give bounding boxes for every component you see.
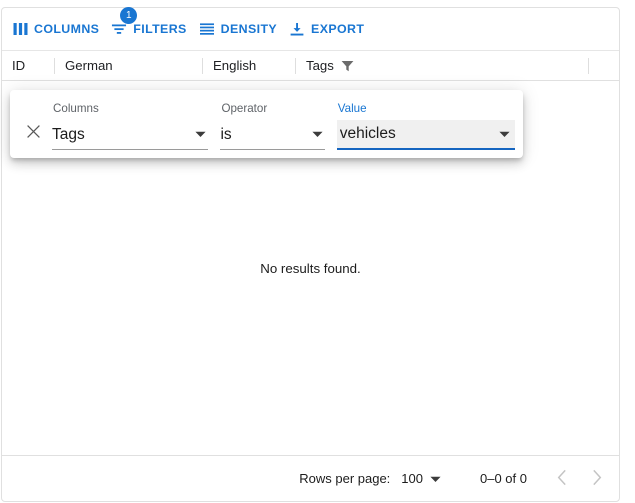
column-header-label: ID <box>12 58 26 73</box>
filter-value-value: vehicles <box>339 125 396 142</box>
export-button-label: EXPORT <box>311 22 365 36</box>
column-header-row: ID German English Tags <box>2 50 619 81</box>
column-header-english[interactable]: English <box>203 51 295 80</box>
density-button[interactable]: DENSITY <box>193 15 283 43</box>
chevron-down-icon <box>499 131 510 138</box>
chevron-down-icon <box>312 131 323 138</box>
column-filter-icon[interactable] <box>341 60 354 72</box>
filter-column-label: Columns <box>53 102 99 115</box>
filter-operator-label: Operator <box>221 102 268 115</box>
column-header-id[interactable]: ID <box>2 51 54 80</box>
filter-column-select[interactable]: Tags <box>52 120 209 150</box>
filters-button[interactable]: 1 FILTERS <box>105 7 192 43</box>
previous-page-button[interactable] <box>545 462 579 496</box>
column-separator[interactable] <box>588 57 589 74</box>
columns-button-label: COLUMNS <box>34 22 100 36</box>
grid-toolbar: COLUMNS 1 FILTERS DENSITY EXPORT <box>2 7 619 50</box>
filter-value-field[interactable]: Value vehicles <box>336 102 515 150</box>
no-results-message: No results found. <box>260 260 361 276</box>
column-header-label: German <box>65 58 113 73</box>
column-header-label: Tags <box>306 58 334 73</box>
density-button-label: DENSITY <box>220 22 278 36</box>
delete-filter-button[interactable] <box>18 118 48 148</box>
density-icon <box>199 21 215 37</box>
filter-value-select[interactable]: vehicles <box>336 120 515 150</box>
rows-per-page-select[interactable]: 100 <box>399 469 443 488</box>
export-button[interactable]: EXPORT <box>283 15 370 43</box>
close-icon <box>26 124 41 142</box>
filter-operator-value: is <box>220 125 232 143</box>
columns-icon <box>12 21 28 37</box>
next-page-button[interactable] <box>579 462 613 496</box>
column-header-label: English <box>213 58 257 73</box>
chevron-right-icon <box>591 469 602 489</box>
filter-value-label: Value <box>337 102 367 115</box>
filter-operator-select[interactable]: is <box>220 120 325 150</box>
rows-per-page-value: 100 <box>401 471 423 486</box>
columns-button[interactable]: COLUMNS <box>6 15 105 43</box>
filters-button-label: FILTERS <box>133 22 187 36</box>
filter-column-value: Tags <box>52 125 85 143</box>
pagination-range: 0–0 of 0 <box>480 471 527 486</box>
chevron-down-icon <box>195 131 207 138</box>
download-icon <box>289 21 305 37</box>
rows-per-page-label: Rows per page: <box>299 471 391 486</box>
grid-footer: Rows per page: 100 0–0 of 0 <box>2 455 619 501</box>
chevron-left-icon <box>557 469 568 489</box>
filter-operator-field[interactable]: Operator is <box>220 102 325 150</box>
chevron-down-icon <box>430 471 441 486</box>
data-grid: COLUMNS 1 FILTERS DENSITY EXPORT ID Germ… <box>1 7 620 502</box>
filter-column-field[interactable]: Columns Tags <box>52 102 209 150</box>
filter-panel: Columns Tags Operator is Value vehicles <box>10 90 523 158</box>
column-header-tags[interactable]: Tags <box>296 51 588 80</box>
column-header-german[interactable]: German <box>55 51 202 80</box>
